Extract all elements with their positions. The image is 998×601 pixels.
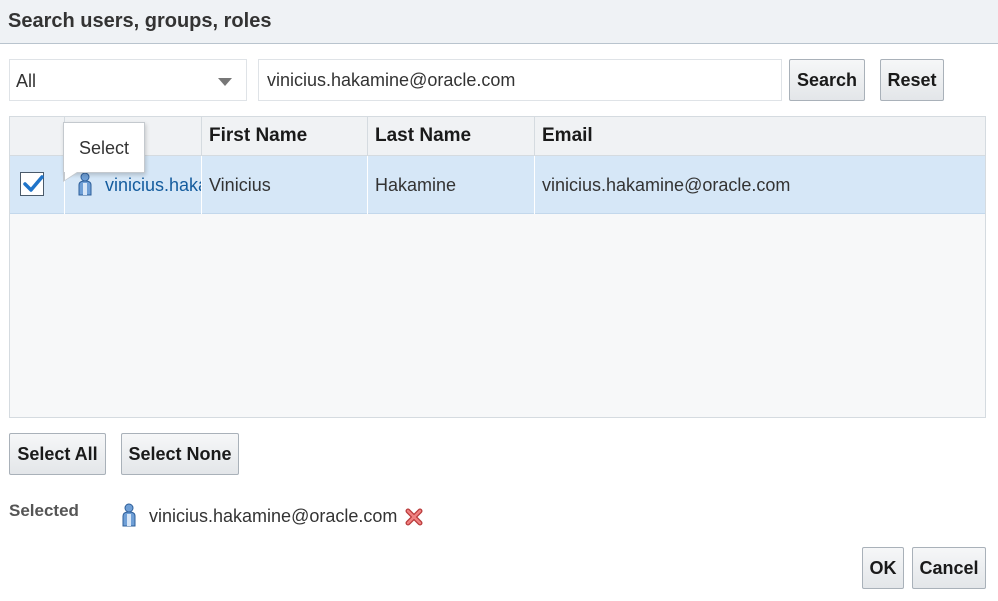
column-header-last-name[interactable]: Last Name (367, 117, 534, 156)
row-first-name: Vinicius (201, 156, 367, 214)
cancel-button[interactable]: Cancel (912, 547, 986, 589)
check-icon (23, 175, 44, 192)
row-name-link[interactable]: vinicius.hakamine@oracle.com (105, 175, 201, 196)
select-none-button[interactable]: Select None (121, 433, 239, 475)
row-select-checkbox[interactable] (20, 172, 44, 196)
select-tooltip: Select (63, 122, 145, 182)
selected-user-value: vinicius.hakamine@oracle.com (149, 506, 398, 526)
reset-button[interactable]: Reset (880, 59, 944, 101)
column-header-first-name[interactable]: First Name (201, 117, 367, 156)
search-input[interactable] (258, 59, 782, 101)
row-last-name: Hakamine (367, 156, 534, 214)
remove-icon[interactable] (405, 508, 423, 526)
table-row[interactable]: vinicius.hakamine@oracle.com Vinicius Ha… (10, 156, 985, 214)
results-table: First Name Last Name Email vinicius.haka… (9, 116, 986, 418)
selected-label: Selected (9, 501, 79, 520)
tooltip-tail-fill (65, 172, 77, 180)
column-header-email[interactable]: Email (534, 117, 985, 156)
table-header: First Name Last Name Email (10, 117, 985, 156)
dialog-title: Search users, groups, roles (8, 10, 272, 32)
row-select-cell (10, 156, 64, 214)
dialog-titlebar: Search users, groups, roles (0, 0, 998, 44)
ok-button[interactable]: OK (862, 547, 904, 589)
select-all-button[interactable]: Select All (9, 433, 106, 475)
column-header-select (10, 117, 64, 156)
chevron-down-icon (218, 78, 232, 86)
row-email: vinicius.hakamine@oracle.com (534, 156, 985, 214)
user-icon (122, 503, 136, 527)
tooltip-text: Select (78, 138, 130, 158)
search-scope-select[interactable]: All (9, 59, 247, 101)
user-icon (78, 172, 92, 196)
search-scope-value: All (16, 71, 37, 91)
search-button[interactable]: Search (789, 59, 865, 101)
